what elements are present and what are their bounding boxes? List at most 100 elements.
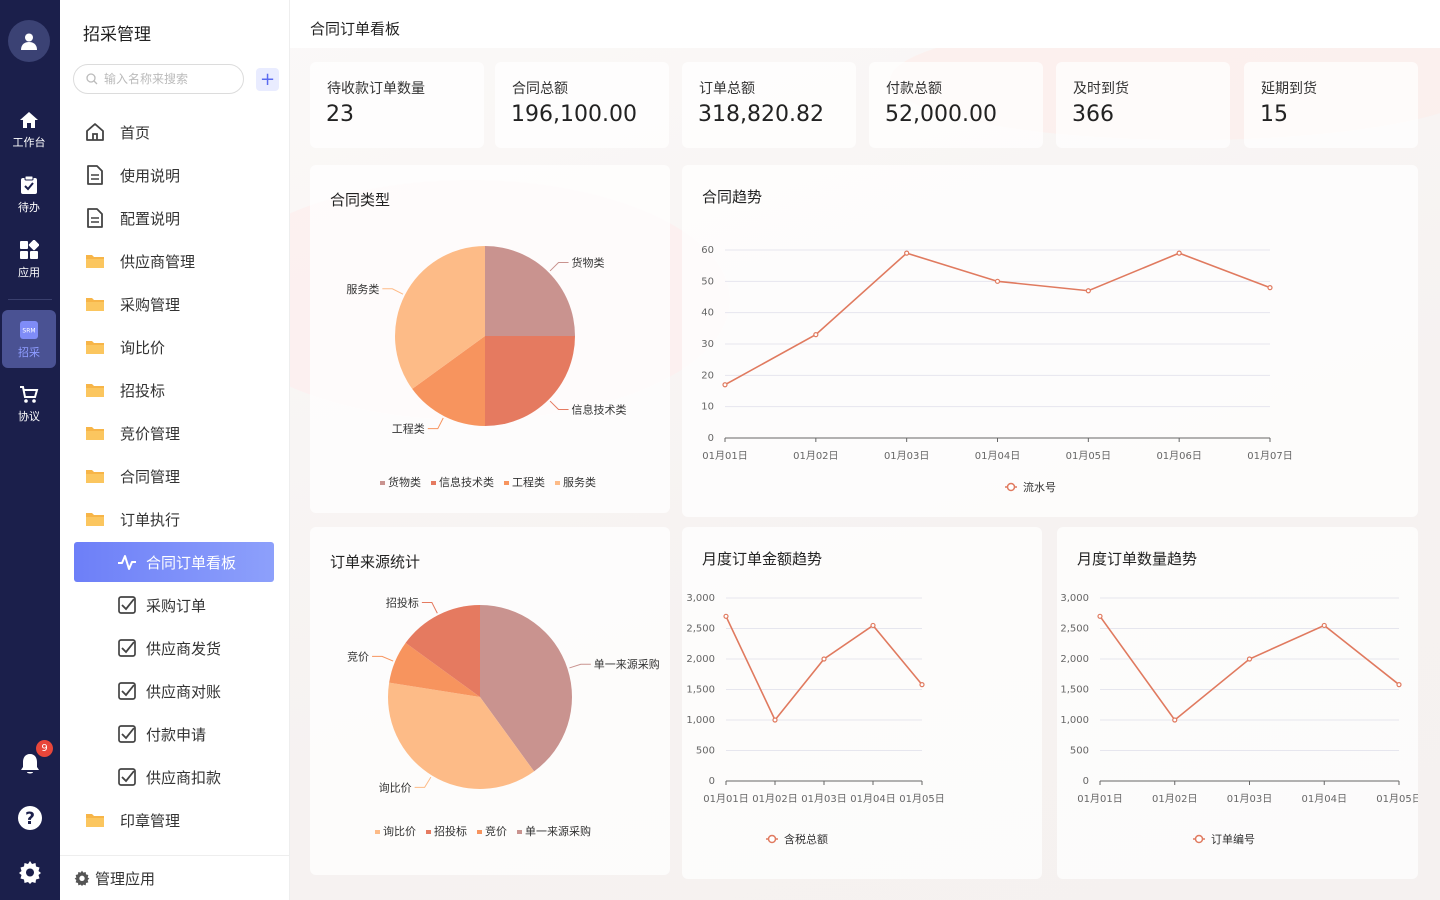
sidebar-item-label: 竞价管理	[120, 424, 181, 443]
legend-label: 服务类	[563, 475, 596, 489]
settings-button[interactable]	[16, 858, 44, 886]
rail-item-apps[interactable]: 应用	[2, 230, 56, 288]
legend-marker	[517, 830, 522, 834]
rail-item-label: 招采	[18, 345, 40, 359]
stat-label: 订单总额	[699, 81, 755, 97]
avatar[interactable]	[8, 20, 50, 62]
data-point	[1267, 284, 1273, 291]
legend-marker	[555, 481, 560, 485]
y-tick-label: 40	[701, 308, 714, 319]
folder-icon	[84, 293, 106, 315]
sidebar-item-label: 付款申请	[146, 725, 207, 744]
gear-icon	[19, 861, 41, 884]
data-point	[1176, 250, 1182, 256]
data-point	[723, 613, 729, 619]
sidebar-item-contract-management[interactable]: 合同管理	[74, 457, 274, 495]
y-tick-label: 60	[701, 245, 714, 256]
search-box[interactable]	[73, 64, 244, 94]
notification-badge: 9	[36, 740, 53, 757]
sidebar-item-purchase-order[interactable]: 采购订单	[74, 586, 274, 624]
y-tick-label: 2,500	[1060, 624, 1089, 635]
gear-icon	[74, 870, 90, 886]
sidebar-item-supplier-delivery[interactable]: 供应商发货	[74, 629, 274, 667]
legend-marker	[431, 481, 436, 485]
sidebar-item-supplier-management[interactable]: 供应商管理	[74, 242, 274, 280]
data-point	[813, 332, 819, 338]
pie-label: 竞价	[347, 649, 369, 663]
y-tick-label: 500	[1070, 746, 1089, 757]
notification-button[interactable]: 9	[16, 740, 53, 778]
sidebar-item-supplier-deduction[interactable]: 供应商扣款	[74, 758, 274, 796]
sidebar-item-seal-management[interactable]: 印章管理	[74, 801, 274, 839]
legend-marker	[375, 830, 380, 834]
manage-apps-button[interactable]: 管理应用	[60, 855, 290, 900]
folder-icon	[84, 250, 106, 272]
pie-slice	[485, 336, 575, 426]
y-tick-label: 2,000	[686, 654, 715, 665]
clipboard-icon	[18, 174, 40, 196]
sidebar-item-purchase-management[interactable]: 采购管理	[74, 285, 274, 323]
sidebar-item-label: 合同订单看板	[146, 553, 237, 572]
sidebar-item-label: 供应商扣款	[146, 768, 222, 787]
rail-divider	[8, 299, 52, 300]
pie-label: 单一来源采购	[594, 657, 660, 671]
sidebar-item-payment-request[interactable]: 付款申请	[74, 715, 274, 753]
home-outline-icon	[84, 121, 106, 143]
x-tick-label: 01月03日	[801, 793, 846, 805]
srm-icon: SRM	[18, 319, 40, 341]
data-point	[994, 278, 1001, 284]
data-point	[904, 250, 910, 256]
apps-icon	[18, 239, 40, 261]
add-button[interactable]: +	[256, 68, 279, 91]
x-tick-label: 01月04日	[975, 450, 1020, 462]
checkbox-icon	[116, 723, 138, 745]
rail-item-workbench[interactable]: 工作台	[2, 100, 56, 158]
sidebar-item-order-execution[interactable]: 订单执行	[74, 500, 274, 538]
sidebar-item-label: 印章管理	[120, 811, 181, 830]
sidebar-item-label: 合同管理	[120, 467, 181, 486]
stat-card-payment-total: 付款总额 52,000.00	[869, 62, 1043, 148]
search-input[interactable]	[104, 72, 224, 86]
x-tick-label: 01月04日	[1302, 793, 1347, 805]
manage-apps-label: 管理应用	[95, 869, 156, 888]
sidebar-item-bidding[interactable]: 竞价管理	[74, 414, 274, 452]
rail-item-label: 待办	[18, 200, 40, 214]
sidebar-item-contract-order-board[interactable]: 合同订单看板	[74, 542, 274, 582]
x-tick-label: 01月03日	[884, 450, 929, 462]
rail-item-procurement[interactable]: SRM 招采	[2, 310, 56, 368]
y-tick-label: 500	[696, 746, 715, 757]
stat-value: 196,100.00	[511, 102, 637, 127]
pie-label: 信息技术类	[572, 403, 627, 417]
sidebar-item-label: 询比价	[120, 338, 166, 357]
sidebar-item-config-guide[interactable]: 配置说明	[74, 199, 274, 237]
help-button[interactable]: ?	[16, 804, 44, 832]
y-tick-label: 3,000	[686, 593, 715, 604]
pie-label-line	[382, 288, 404, 295]
sidebar-item-tender[interactable]: 招投标	[74, 371, 274, 409]
sidebar-item-home[interactable]: 首页	[74, 113, 274, 151]
checkbox-icon	[116, 766, 138, 788]
y-tick-label: 0	[1083, 776, 1089, 787]
y-tick-label: 3,000	[1060, 593, 1089, 604]
x-tick-label: 01月01日	[703, 793, 748, 805]
legend-label: 货物类	[388, 475, 421, 489]
rail-item-agreement[interactable]: 协议	[2, 374, 56, 432]
sidebar-item-usage-guide[interactable]: 使用说明	[74, 156, 274, 194]
y-tick-label: 20	[701, 370, 714, 381]
rail-item-todo[interactable]: 待办	[2, 165, 56, 223]
document-icon	[84, 164, 106, 186]
sidebar-item-supplier-reconciliation[interactable]: 供应商对账	[74, 672, 274, 710]
folder-icon	[84, 508, 106, 530]
monthly-count-line-chart: 0 500 1,000 1,500 2,000 2,500 3,000 01月01日 01月02…	[1060, 593, 1418, 846]
user-icon	[21, 33, 37, 50]
legend-label: 招投标	[434, 824, 467, 838]
checkbox-icon	[116, 680, 138, 702]
sidebar-item-inquiry[interactable]: 询比价	[74, 328, 274, 366]
x-tick-label: 01月02日	[752, 793, 797, 805]
stat-label: 合同总额	[512, 81, 568, 97]
pie-label-line	[421, 602, 438, 614]
stat-card-pending-receivable: 待收款订单数量 23	[310, 62, 484, 148]
sidebar-item-label: 使用说明	[120, 166, 181, 185]
x-tick-label: 01月04日	[850, 793, 895, 805]
data-point	[821, 656, 827, 662]
